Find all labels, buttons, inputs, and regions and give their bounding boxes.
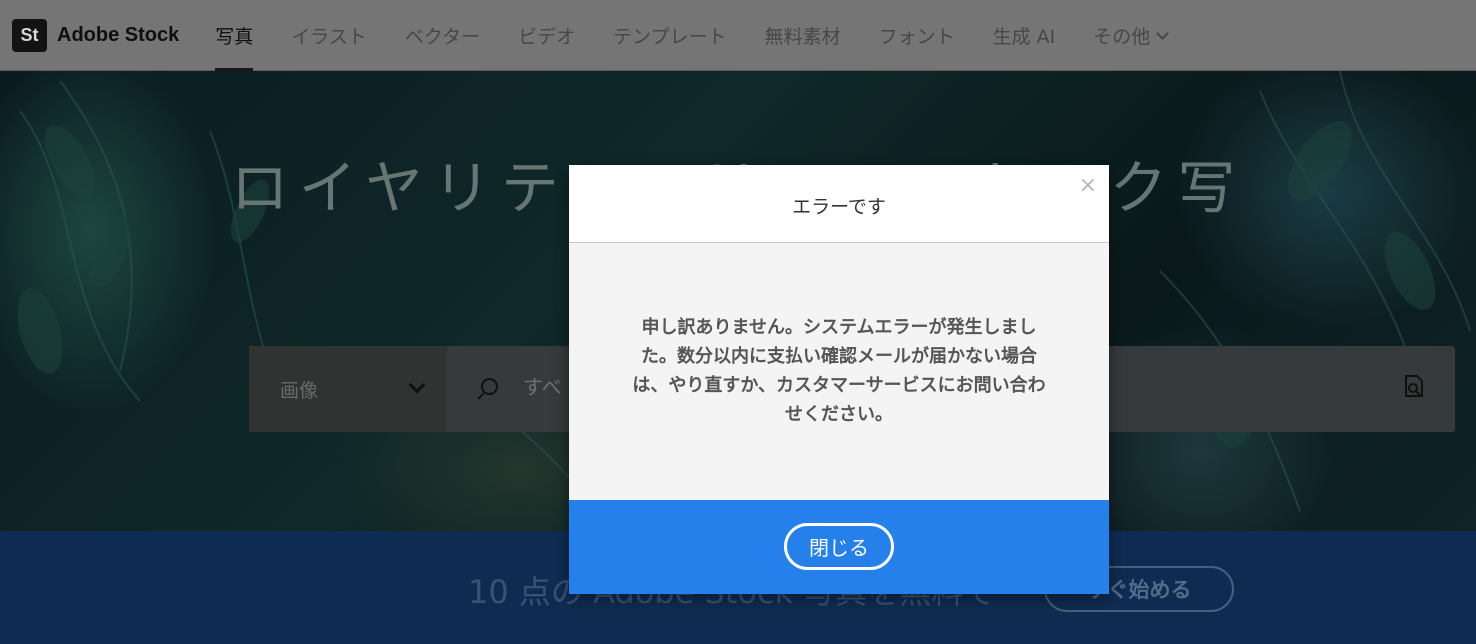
error-message-line: せください。 xyxy=(785,404,893,425)
error-message-line: た。数分以内に支払い確認メールが届かない場合 xyxy=(641,346,1037,367)
close-button[interactable]: 閉じる xyxy=(784,523,894,570)
error-message: 申し訳ありません。システムエラーが発生しまし た。数分以内に支払い確認メールが届… xyxy=(609,313,1069,429)
dialog-footer: 閉じる xyxy=(569,500,1109,594)
error-message-line: 申し訳ありません。システムエラーが発生しまし xyxy=(641,317,1037,338)
close-icon[interactable]: × xyxy=(1079,175,1097,197)
error-dialog: エラーです × 申し訳ありません。システムエラーが発生しまし た。数分以内に支払… xyxy=(569,165,1109,594)
dialog-title: エラーです xyxy=(792,196,886,218)
dialog-header: エラーです × xyxy=(569,165,1109,243)
error-message-line: は、やり直すか、カスタマーサービスにお問い合わ xyxy=(632,375,1046,396)
